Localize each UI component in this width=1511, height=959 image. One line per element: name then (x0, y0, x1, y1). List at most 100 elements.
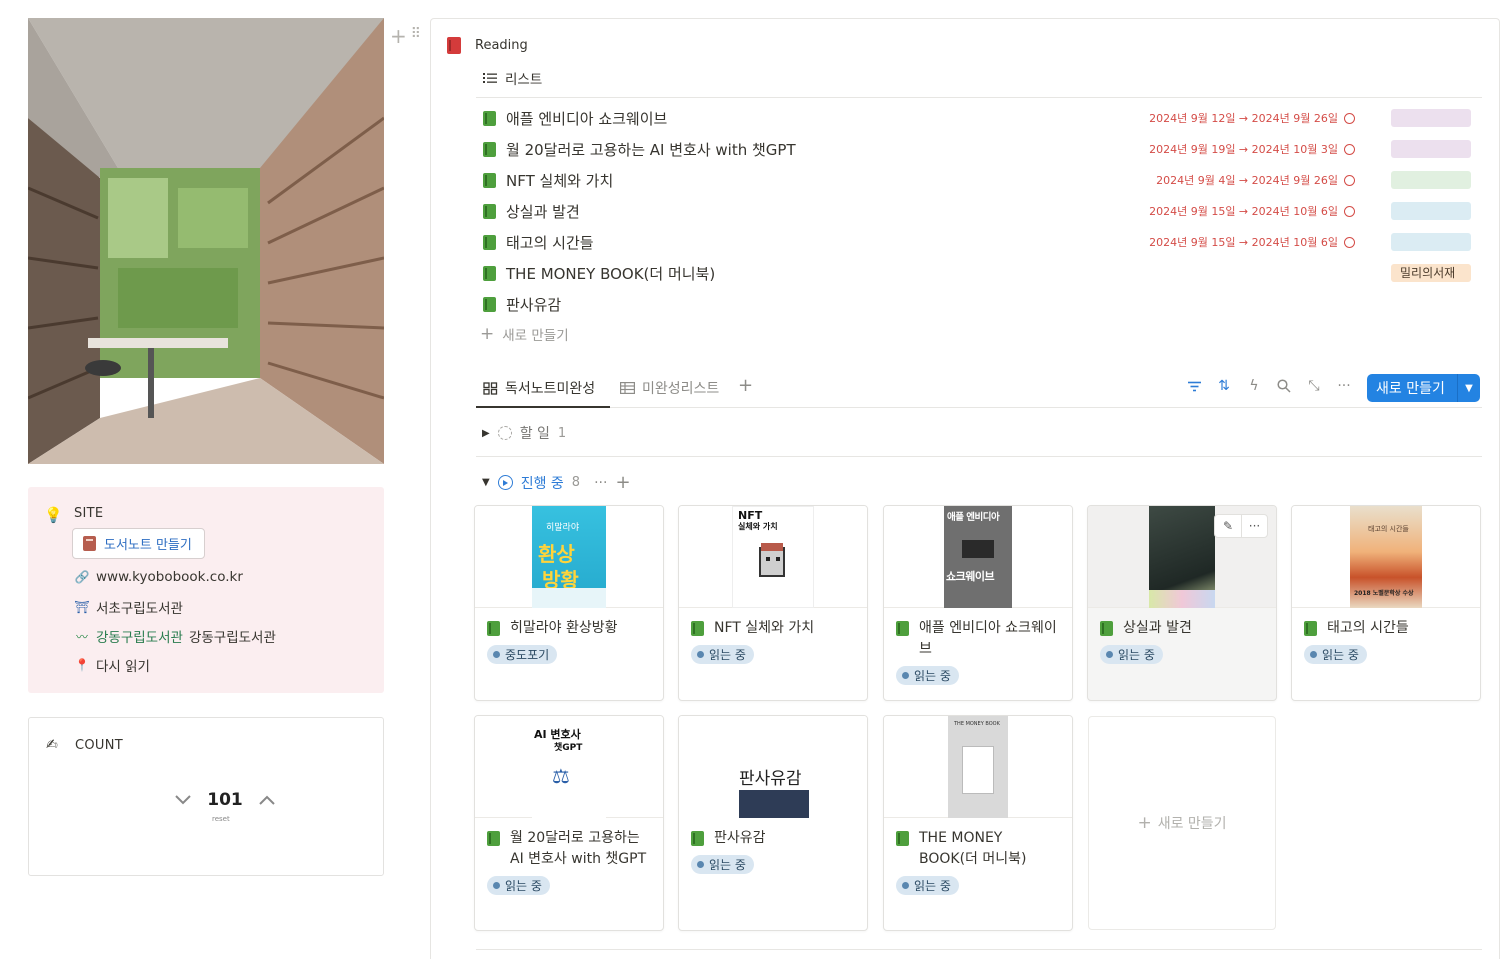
item-date: 2024년 9월 19일 → 2024년 10월 3일 (1149, 141, 1355, 157)
book-card[interactable]: 히말라야 환상 방황 히말라야 환상방황 중도포기 (474, 505, 664, 701)
new-record-label: 새로 만들기 (1376, 381, 1445, 397)
book-cover-money: THE MONEY BOOK (948, 716, 1008, 818)
link-label: 다시 읽기 (96, 659, 150, 675)
book-card[interactable]: NFT 실체와 가치 NFT 실체와 가치 읽는 중 (678, 505, 868, 701)
divider (476, 456, 1482, 457)
gangdong-library-link[interactable]: 〰 강동구립도서관 강동구립도서관 (74, 626, 276, 647)
item-tag (1391, 171, 1471, 189)
date-text: 2024년 9월 19일 → 2024년 10월 3일 (1149, 143, 1338, 156)
block-handle[interactable]: + ⠿ (390, 24, 421, 48)
list-icon (483, 73, 497, 83)
create-book-note-button[interactable]: 도서노트 만들기 (72, 528, 205, 559)
count-widget: ✍ COUNT 101 reset (28, 717, 384, 876)
filter-icon[interactable] (1186, 378, 1202, 394)
green-book-icon (483, 203, 496, 219)
tab-table-label: 미완성리스트 (642, 381, 720, 397)
sort-icon[interactable]: ⇅ (1216, 378, 1232, 394)
book-card[interactable]: 태고의 시간들 2018 노벨문학상 수상 태고의 시간들 읽는 중 (1291, 505, 1481, 701)
green-book-icon (483, 265, 496, 281)
new-card-label: 새로 만들기 (1157, 816, 1227, 832)
reset-button[interactable]: reset (212, 815, 230, 823)
status-text: 읽는 중 (914, 879, 951, 893)
item-tag (1391, 233, 1471, 251)
status-text: 읽는 중 (914, 669, 951, 683)
increment-button[interactable] (259, 792, 275, 808)
card-cover: 애플 엔비디아 쇼크웨이브 (884, 506, 1072, 608)
reread-link[interactable]: 📍 다시 읽기 (74, 655, 150, 675)
group-in-progress[interactable]: ▼ 진행 중 8 ··· + (482, 472, 631, 493)
item-name: 상실과 발견 (506, 202, 580, 221)
lightning-icon[interactable]: ϟ (1246, 378, 1262, 394)
database-title: Reading (447, 37, 528, 54)
cover-text: 환상 (538, 542, 575, 566)
list-item[interactable]: 애플 엔비디아 쇼크웨이브 2024년 9월 12일 → 2024년 9월 26… (483, 104, 1473, 132)
seocho-library-link[interactable]: ⛩ 서초구립도서관 (74, 597, 183, 617)
tab-board-view[interactable]: 독서노트미완성 (483, 378, 595, 398)
expand-icon[interactable]: ⤡ (1306, 378, 1322, 394)
card-title-text: 애플 엔비디아 쇼크웨이브 (919, 620, 1057, 657)
tab-table-view[interactable]: 미완성리스트 (620, 378, 719, 398)
green-book-icon (483, 110, 496, 126)
card-cover: THE MONEY BOOK (884, 716, 1072, 818)
book-card[interactable]: 애플 엔비디아 쇼크웨이브 애플 엔비디아 쇼크웨이브 읽는 중 (883, 505, 1073, 701)
add-view-button[interactable]: + (738, 375, 753, 396)
book-card[interactable]: AI 변호사 챗GPT ⚖ 월 20달러로 고용하는 AI 변호사 with 챗… (474, 715, 664, 931)
writing-hand-icon: ✍ (46, 737, 58, 753)
list-item[interactable]: 월 20달러로 고용하는 AI 변호사 with 챗GPT 2024년 9월 1… (483, 135, 1473, 163)
link-icon: 🔗 (74, 570, 90, 584)
kyobobook-link[interactable]: 🔗 www.kyobobook.co.kr (74, 569, 243, 585)
item-tag (1391, 109, 1471, 127)
item-tag (1391, 140, 1471, 158)
list-item[interactable]: 판사유감 (483, 290, 1473, 318)
chevron-down-icon[interactable]: ▼ (1458, 383, 1480, 394)
search-icon[interactable] (1276, 378, 1292, 394)
new-card-button[interactable]: + 새로 만들기 (1088, 716, 1276, 930)
item-name: THE MONEY BOOK(더 머니북) (506, 264, 716, 283)
add-block-icon[interactable]: + (390, 24, 407, 48)
book-card[interactable]: THE MONEY BOOK THE MONEY BOOK(더 머니북) 읽는 … (883, 715, 1073, 931)
list-item[interactable]: NFT 실체와 가치 2024년 9월 4일 → 2024년 9월 26일 (483, 166, 1473, 194)
cover-text: 판사유감 (739, 769, 802, 789)
tab-board-label: 독서노트미완성 (505, 381, 596, 397)
item-name: 판사유감 (506, 295, 562, 314)
book-cover-apple: 애플 엔비디아 쇼크웨이브 (944, 506, 1012, 608)
more-icon[interactable]: ··· (1336, 378, 1352, 394)
item-tag: 밀리의서재 (1391, 264, 1471, 282)
more-icon[interactable]: ··· (1241, 515, 1267, 537)
edit-icon[interactable]: ✎ (1215, 515, 1241, 537)
group-todo[interactable]: ▶ 할 일 1 (482, 423, 566, 443)
decrement-button[interactable] (175, 792, 191, 808)
book-card[interactable]: ✎ ··· 상실과 발견 읽는 중 (1087, 505, 1277, 701)
group-more-icon[interactable]: ··· (594, 475, 607, 491)
create-book-note-label: 도서노트 만들기 (104, 538, 192, 553)
card-cover: 히말라야 환상 방황 (475, 506, 663, 608)
item-date: 2024년 9월 12일 → 2024년 9월 26일 (1149, 110, 1355, 126)
cover-text: 쇼크웨이브 (946, 570, 995, 583)
caret-right-icon[interactable]: ▶ (482, 428, 490, 439)
new-record-button[interactable]: 새로 만들기 ▼ (1367, 374, 1480, 402)
status-text: 읽는 중 (505, 879, 542, 893)
list-item[interactable]: 태고의 시간들 2024년 9월 15일 → 2024년 10월 6일 (483, 228, 1473, 256)
new-list-item-button[interactable]: + 새로 만들기 (480, 324, 569, 344)
green-book-icon (483, 141, 496, 157)
tab-list[interactable]: 리스트 (483, 68, 542, 88)
library-icon: ⛩ (74, 600, 90, 614)
item-name: 태고의 시간들 (506, 233, 594, 252)
view-toolbar: ⇅ ϟ ⤡ ··· (1186, 378, 1352, 394)
caret-down-icon[interactable]: ▼ (482, 477, 490, 488)
database-title-text[interactable]: Reading (475, 38, 528, 53)
drag-handle-icon[interactable]: ⠿ (411, 24, 421, 48)
book-card[interactable]: 판사유감 판사유감 읽는 중 (678, 715, 868, 931)
green-book-icon (1100, 621, 1113, 636)
green-book-icon (487, 831, 500, 846)
group-add-icon[interactable]: + (615, 472, 630, 493)
status-todo-icon (497, 426, 512, 440)
status-in-progress-icon (497, 475, 513, 490)
book-cover-ai: AI 변호사 챗GPT ⚖ (532, 716, 606, 818)
item-date: 2024년 9월 15일 → 2024년 10월 6일 (1149, 203, 1355, 219)
count-value: 101 (207, 790, 243, 810)
list-item[interactable]: 상실과 발견 2024년 9월 15일 → 2024년 10월 6일 (483, 197, 1473, 225)
group-todo-label: 할 일 (519, 426, 550, 442)
list-item[interactable]: THE MONEY BOOK(더 머니북) 밀리의서재 (483, 259, 1473, 287)
view-tabbar: 독서노트미완성 미완성리스트 + ⇅ ϟ ⤡ ··· 새로 만들기 ▼ (476, 372, 1482, 408)
